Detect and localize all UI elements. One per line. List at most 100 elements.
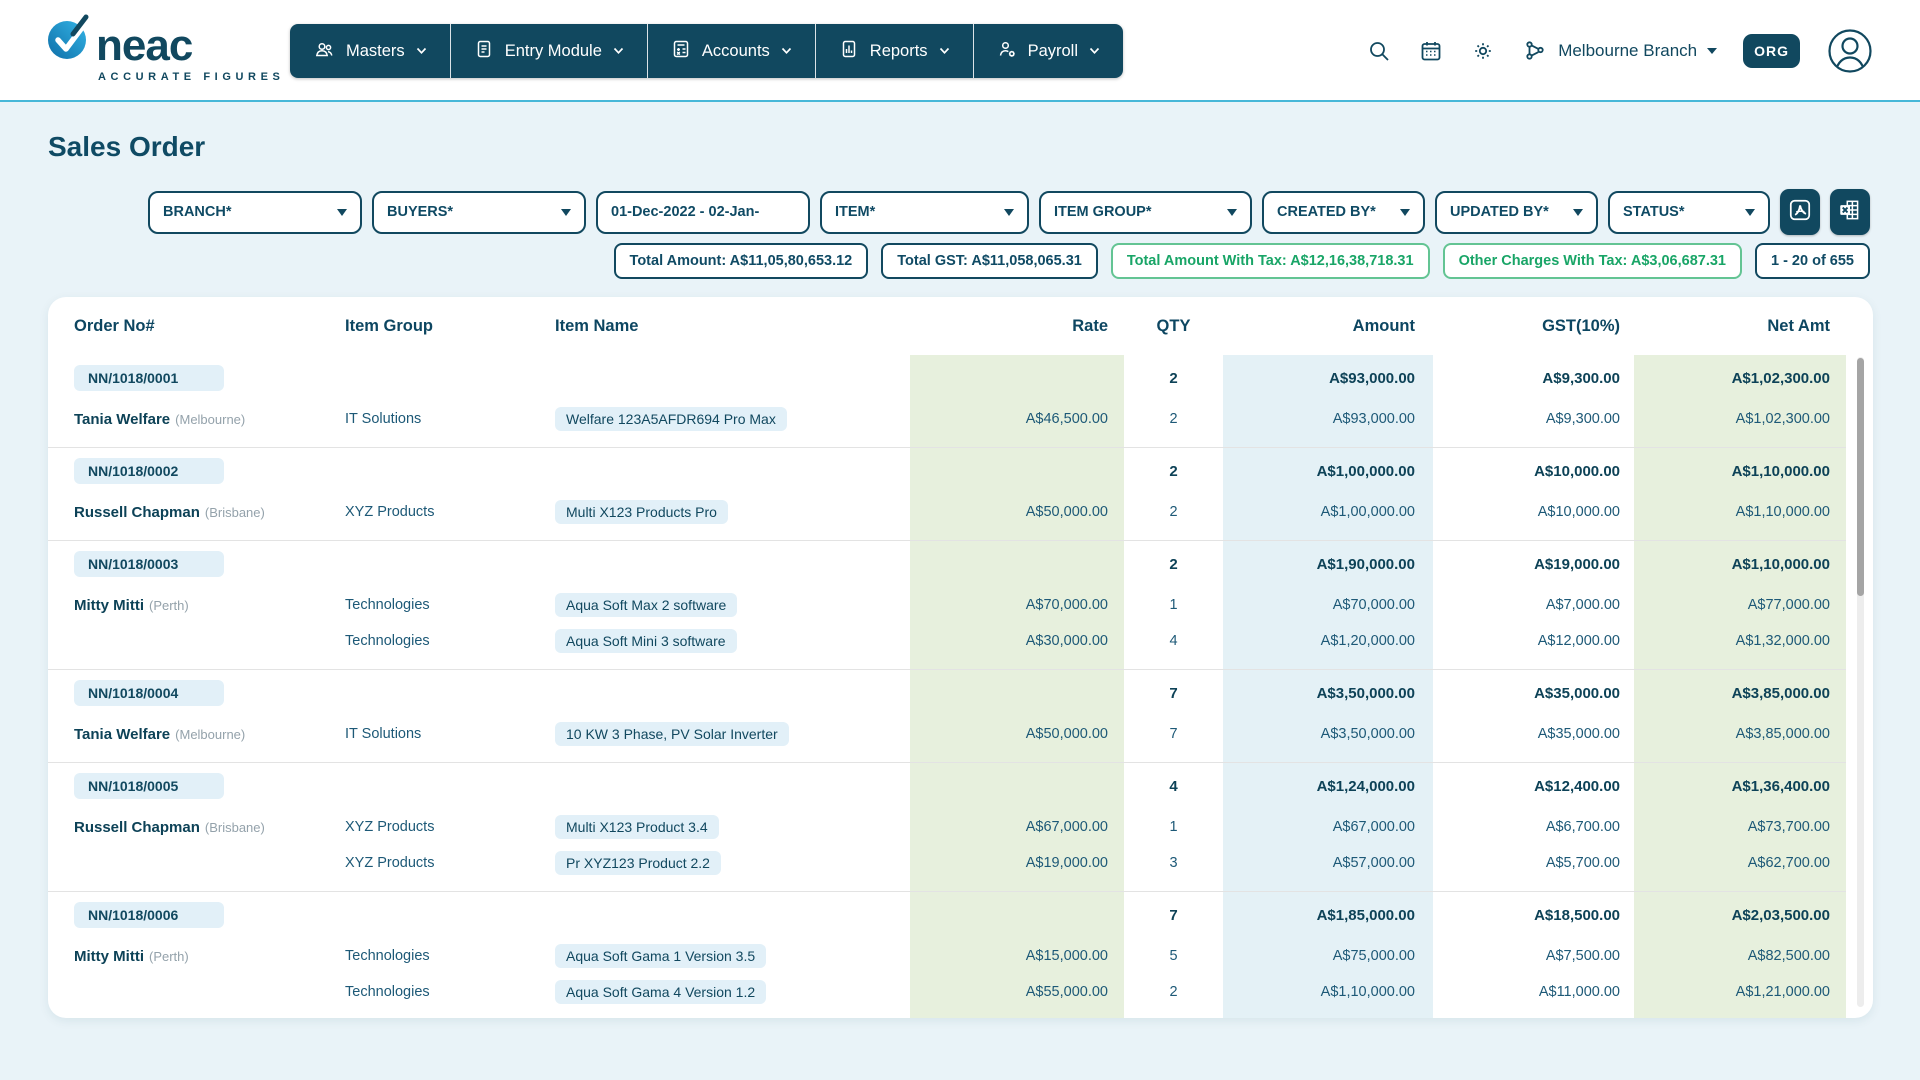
date-range-input[interactable]: 01-Dec-2022 - 02-Jan- — [596, 190, 810, 234]
item-name-cell: 10 KW 3 Phase, PV Solar Inverter — [553, 722, 910, 746]
order-summary-row: NN/1018/0002 2 A$1,00,000.00 A$10,000.00 A$1… — [48, 448, 1873, 494]
logo-wordmark: neac — [96, 21, 193, 71]
sales-order-table: Order No# Item Group Item Name Rate QTY … — [48, 297, 1873, 1018]
user-avatar-icon[interactable] — [1826, 27, 1874, 75]
table-scrollbar-thumb[interactable] — [1857, 358, 1864, 596]
order-summary-row: NN/1018/0003 2 A$1,90,000.00 A$19,000.00 A$1… — [48, 541, 1873, 587]
amount-cell: A$75,000.00 — [1332, 948, 1415, 964]
nav-payroll-button[interactable]: Payroll — [973, 24, 1123, 78]
column-header-net-amt: Net Amt — [1767, 316, 1830, 335]
buyer-name: Mitty Mitti — [74, 596, 144, 614]
order-no-badge[interactable]: NN/1018/0006 — [74, 902, 224, 928]
chevron-down-icon — [1573, 208, 1583, 216]
order-group: NN/1018/0003 2 A$1,90,000.00 A$19,000.00 A$1… — [48, 541, 1873, 669]
order-group-separator — [48, 891, 1846, 892]
qty-total-cell: 4 — [1169, 777, 1178, 795]
order-group: NN/1018/0002 2 A$1,00,000.00 A$10,000.00 A$1… — [48, 448, 1873, 540]
net-amt-cell: A$3,85,000.00 — [1735, 726, 1830, 742]
buyers-filter-dropdown[interactable]: BUYERS* — [372, 190, 586, 234]
total-amount-badge: Total Amount: A$11,05,80,653.12 — [613, 243, 869, 279]
net-amt-total-cell: A$1,36,400.00 — [1731, 777, 1830, 795]
rate-cell: A$46,500.00 — [1025, 411, 1108, 427]
org-badge-button[interactable]: ORG — [1743, 34, 1800, 68]
branch-selector-label: Melbourne Branch — [1558, 41, 1698, 60]
item-group-cell: IT Solutions — [345, 726, 422, 742]
qty-cell: 5 — [1169, 948, 1178, 964]
updated-by-filter-dropdown[interactable]: UPDATED BY* — [1435, 190, 1598, 234]
order-no-badge[interactable]: NN/1018/0001 — [74, 365, 224, 391]
order-no-badge[interactable]: NN/1018/0002 — [74, 458, 224, 484]
export-excel-button[interactable] — [1830, 189, 1870, 235]
nav-entry-module-button[interactable]: Entry Module — [450, 24, 648, 78]
order-item-row: Mitty Mitti (Perth) Technologies Aqua Soft … — [48, 587, 1873, 623]
column-header-order-no: Order No# — [74, 316, 155, 335]
page-title: Sales Order — [48, 131, 206, 162]
buyer-name: Russell Chapman — [74, 818, 200, 836]
calendar-icon[interactable] — [1418, 38, 1444, 64]
net-amt-cell: A$82,500.00 — [1747, 948, 1830, 964]
chevron-down-icon — [1400, 208, 1410, 216]
item-name-badge: Aqua Soft Mini 3 software — [555, 629, 737, 653]
app-logo[interactable]: neac ACCURATE FIGURES — [46, 12, 284, 83]
item-name-badge: Multi X123 Product 3.4 — [555, 815, 719, 839]
rate-cell: A$19,000.00 — [1025, 855, 1108, 871]
rate-cell: A$15,000.00 — [1025, 948, 1108, 964]
item-name-cell: Aqua Soft Max 2 software — [553, 593, 910, 617]
status-filter-dropdown[interactable]: STATUS* — [1608, 190, 1770, 234]
order-item-row: Mitty Mitti (Perth) Technologies Aqua Soft … — [48, 938, 1873, 974]
gst-cell: A$11,000.00 — [1538, 984, 1620, 1000]
order-no-badge[interactable]: NN/1018/0004 — [74, 680, 224, 706]
logo-check-icon — [46, 12, 94, 67]
export-pdf-button[interactable] — [1780, 189, 1820, 235]
chevron-down-icon — [1745, 208, 1755, 216]
qty-total-cell: 2 — [1169, 369, 1178, 387]
item-group-filter-dropdown[interactable]: ITEM GROUP* — [1039, 190, 1252, 234]
order-item-row: Tania Welfare (Melbourne) IT Solutions 10 K… — [48, 716, 1873, 752]
qty-cell: 7 — [1169, 726, 1178, 742]
created-by-filter-dropdown[interactable]: CREATED BY* — [1262, 190, 1425, 234]
item-group-cell: XYZ Products — [345, 504, 435, 520]
amount-cell: A$1,10,000.00 — [1320, 984, 1415, 1000]
net-amt-total-cell: A$1,02,300.00 — [1731, 369, 1830, 387]
report-icon — [839, 39, 859, 64]
order-item-row: Russell Chapman (Brisbane) XYZ Products Mul… — [48, 809, 1873, 845]
order-group-separator — [48, 762, 1846, 763]
item-filter-dropdown[interactable]: ITEM* — [820, 190, 1029, 234]
rate-cell: A$67,000.00 — [1025, 819, 1108, 835]
orders-table-body: NN/1018/0001 2 A$93,000.00 A$9,300.00 A$1,02… — [48, 355, 1873, 1018]
excel-export-icon — [1837, 197, 1863, 228]
other-charges-badge: Other Charges With Tax: A$3,06,687.31 — [1442, 243, 1742, 279]
order-summary-row: NN/1018/0004 7 A$3,50,000.00 A$35,000.00 A$3… — [48, 670, 1873, 716]
order-no-cell: NN/1018/0002 — [48, 458, 343, 484]
buyer-city: (Brisbane) — [204, 819, 265, 835]
nav-masters-button[interactable]: Masters — [290, 24, 451, 78]
gst-total-cell: A$18,500.00 — [1534, 906, 1620, 924]
chevron-down-icon — [337, 208, 347, 216]
amount-total-cell: A$1,85,000.00 — [1316, 906, 1415, 924]
order-no-badge[interactable]: NN/1018/0003 — [74, 551, 224, 577]
gst-total-cell: A$10,000.00 — [1534, 462, 1620, 480]
net-amt-total-cell: A$1,10,000.00 — [1731, 462, 1830, 480]
chevron-down-icon — [613, 47, 624, 55]
people-icon — [313, 39, 335, 64]
order-no-badge[interactable]: NN/1018/0005 — [74, 773, 224, 799]
branch-filter-dropdown[interactable]: BRANCH* — [148, 190, 362, 234]
qty-total-cell: 7 — [1169, 906, 1178, 924]
gst-cell: A$6,700.00 — [1545, 819, 1620, 835]
search-icon[interactable] — [1366, 38, 1392, 64]
item-name-cell: Multi X123 Product 3.4 — [553, 815, 910, 839]
item-name-badge: Multi X123 Products Pro — [555, 500, 728, 524]
item-name-badge: Aqua Soft Gama 4 Version 1.2 — [555, 980, 767, 1004]
order-group: NN/1018/0001 2 A$93,000.00 A$9,300.00 A$1,02… — [48, 355, 1873, 447]
branch-selector[interactable]: Melbourne Branch — [1522, 38, 1718, 64]
chevron-down-icon — [561, 208, 571, 216]
amount-cell: A$1,20,000.00 — [1320, 633, 1415, 649]
settings-gear-icon[interactable] — [1470, 38, 1496, 64]
qty-cell: 3 — [1169, 855, 1178, 871]
top-navigation-bar: neac ACCURATE FIGURES Masters Entry Modu… — [0, 0, 1920, 102]
column-header-item-group: Item Group — [345, 316, 434, 335]
buyer-name: Tania Welfare — [74, 725, 171, 743]
nav-accounts-button[interactable]: Accounts — [647, 24, 816, 78]
nav-reports-button[interactable]: Reports — [815, 24, 974, 78]
buyer-city: (Perth) — [148, 948, 189, 964]
